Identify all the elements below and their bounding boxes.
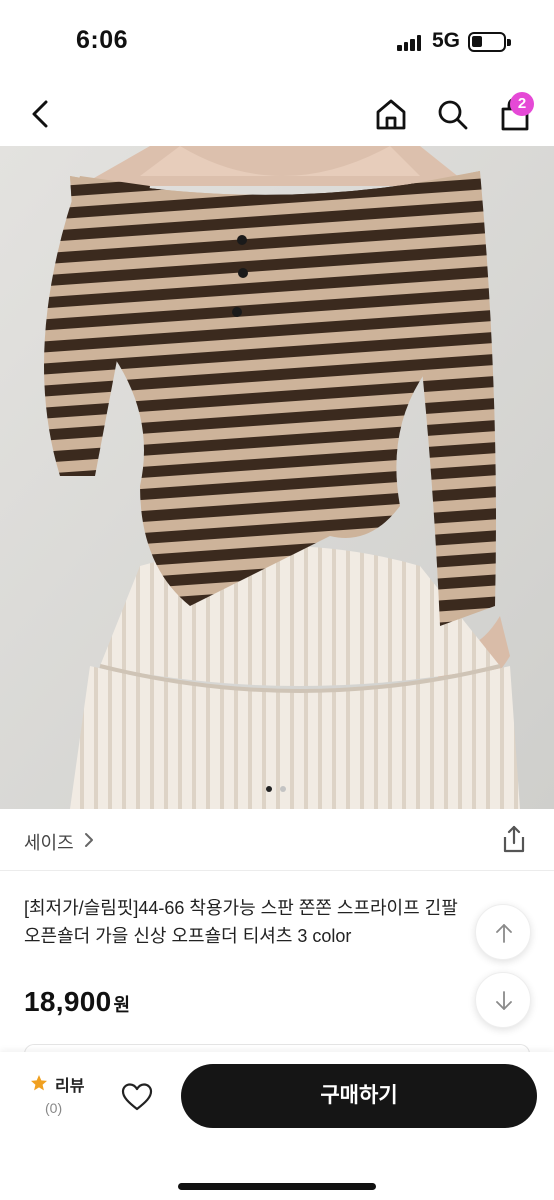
home-indicator — [178, 1183, 376, 1190]
brand-row: 세이즈 — [0, 809, 554, 871]
bottom-action-bar: 리뷰 (0) 구매하기 — [0, 1052, 554, 1200]
status-time: 6:06 — [76, 26, 129, 54]
product-price: 18,900 원 — [24, 986, 130, 1018]
star-icon — [31, 1075, 47, 1091]
product-image[interactable] — [0, 146, 554, 809]
battery-icon — [468, 32, 511, 52]
status-bar: 6:06 5G — [0, 0, 554, 82]
arrow-down-icon — [496, 991, 512, 1010]
scroll-bottom-button[interactable] — [475, 972, 531, 1028]
product-title: [최저가/슬림핏]44-66 착용가능 스판 쫀쫀 스프라이프 긴팔 오픈숄더 … — [24, 894, 494, 950]
arrow-up-icon — [496, 924, 512, 943]
home-button[interactable] — [372, 94, 410, 134]
cart-count-badge: 2 — [510, 92, 534, 116]
product-title-line1: [최저가/슬림핏]44-66 착용가능 스판 쫀쫀 스프라이프 긴팔 — [24, 898, 458, 918]
search-button[interactable] — [434, 94, 472, 134]
price-value: 18,900 — [24, 986, 112, 1017]
wishlist-button[interactable] — [120, 1080, 154, 1114]
price-currency: 원 — [113, 995, 131, 1015]
signal-icon — [397, 35, 423, 51]
review-label[interactable]: 리뷰 — [55, 1072, 84, 1096]
back-button[interactable] — [22, 94, 58, 134]
pagination-dot-active — [266, 786, 272, 792]
pagination-dot — [280, 786, 286, 792]
share-icon[interactable] — [500, 823, 528, 855]
product-title-line2: 오픈숄더 가을 신상 오프숄더 티셔츠 3 color — [24, 926, 352, 946]
chevron-right-icon[interactable] — [82, 831, 96, 849]
home-icon — [376, 99, 406, 130]
brand-link[interactable]: 세이즈 — [24, 829, 74, 855]
product-photo-illustration — [0, 146, 554, 809]
network-type: 5G — [432, 29, 461, 52]
search-icon — [438, 100, 468, 130]
buy-button[interactable]: 구매하기 — [181, 1064, 537, 1128]
top-nav — [0, 82, 554, 146]
chevron-left-icon — [32, 100, 48, 128]
heart-icon — [121, 1083, 153, 1111]
scroll-top-button[interactable] — [475, 904, 531, 960]
review-count: (0) — [45, 1100, 63, 1116]
